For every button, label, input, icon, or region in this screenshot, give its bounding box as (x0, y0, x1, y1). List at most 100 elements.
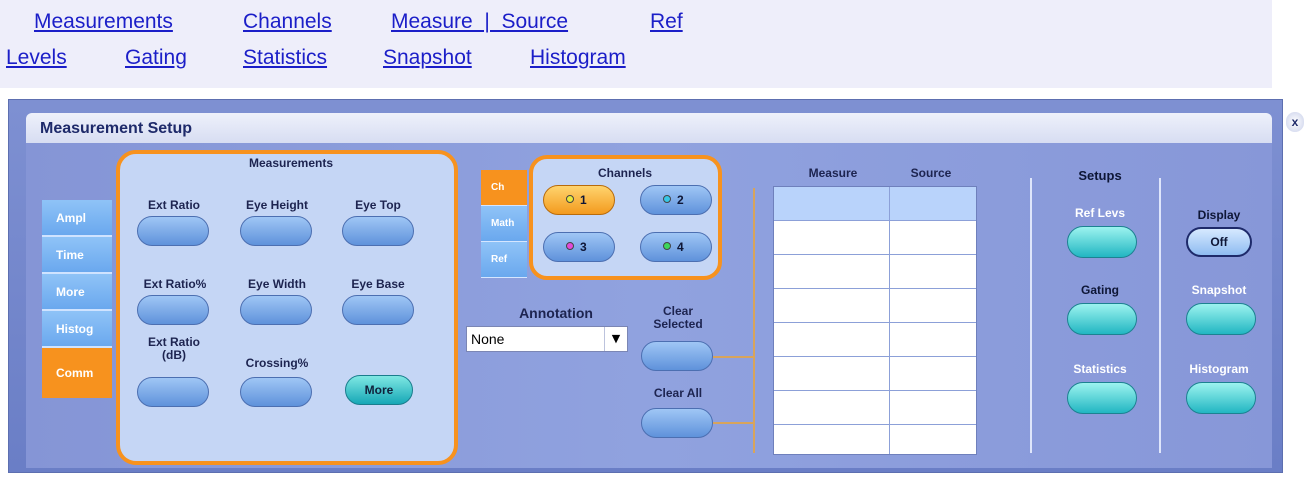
measurement-table (773, 186, 977, 455)
channel-4-label: 4 (677, 240, 684, 254)
link-channels[interactable]: Channels (243, 10, 332, 34)
gating-label: Gating (1081, 283, 1119, 297)
eye-height-button[interactable] (240, 216, 312, 246)
eye-top-label: Eye Top (355, 198, 401, 212)
channel-4-button[interactable]: 4 (640, 232, 712, 262)
annotation-value: None (471, 331, 505, 347)
table-cell[interactable] (774, 187, 890, 221)
histogram-label: Histogram (1189, 362, 1249, 376)
channel-1-color-dot (566, 195, 574, 203)
annotation-label: Annotation (519, 305, 593, 321)
clear-selected-button[interactable] (641, 341, 713, 371)
table-cell[interactable] (890, 187, 976, 221)
eye-width-button[interactable] (240, 295, 312, 325)
dropdown-arrow-icon[interactable]: ▼ (604, 327, 627, 351)
table-cell[interactable] (774, 323, 890, 357)
table-cell[interactable] (774, 221, 890, 255)
eye-width-label: Eye Width (248, 277, 306, 291)
channels-header: Channels (597, 166, 652, 180)
clear-all-button[interactable] (641, 408, 713, 438)
statistics-label: Statistics (1073, 362, 1127, 376)
divider (1159, 178, 1161, 453)
display-off-button[interactable]: Off (1186, 227, 1252, 257)
ext-ratio-db-button[interactable] (137, 377, 209, 407)
ext-ratio-label: Ext Ratio (147, 198, 200, 212)
snapshot-button[interactable] (1186, 303, 1256, 335)
tab-more[interactable]: More (42, 274, 112, 311)
table-cell[interactable] (890, 221, 976, 255)
col-measure-header: Measure (808, 166, 858, 180)
tab-ampl[interactable]: Ampl (42, 200, 112, 237)
collapse-left-icon[interactable] (1286, 140, 1300, 156)
link-statistics[interactable]: Statistics (243, 46, 327, 70)
link-histogram[interactable]: Histogram (530, 46, 626, 70)
more-measurements-button[interactable]: More (345, 375, 413, 405)
ext-ratio-pct-button[interactable] (137, 295, 209, 325)
table-cell[interactable] (774, 357, 890, 391)
ref-levs-label: Ref Levs (1074, 206, 1126, 220)
tab-ref[interactable]: Ref (481, 242, 527, 278)
link-ref[interactable]: Ref (650, 10, 683, 34)
channel-2-button[interactable]: 2 (640, 185, 712, 215)
close-icon[interactable]: x (1286, 112, 1304, 132)
channel-2-label: 2 (677, 193, 684, 207)
gating-button[interactable] (1067, 303, 1137, 335)
eye-base-button[interactable] (342, 295, 414, 325)
divider (1030, 178, 1032, 453)
clear-selected-label-line2: Selected (653, 317, 703, 331)
tab-histog[interactable]: Histog (42, 311, 112, 348)
table-cell[interactable] (890, 391, 976, 425)
table-cell[interactable] (774, 255, 890, 289)
col-source-header: Source (910, 166, 952, 180)
table-cell[interactable] (890, 425, 976, 454)
crossing-label: Crossing% (245, 356, 309, 370)
table-cell[interactable] (890, 289, 976, 323)
channel-1-label: 1 (580, 193, 587, 207)
channel-1-button[interactable]: 1 (543, 185, 615, 215)
clear-all-label: Clear All (653, 386, 703, 400)
link-snapshot[interactable]: Snapshot (383, 46, 472, 70)
eye-base-label: Eye Base (351, 277, 405, 291)
crossing-button[interactable] (240, 377, 312, 407)
channel-2-color-dot (663, 195, 671, 203)
tab-time[interactable]: Time (42, 237, 112, 274)
table-cell[interactable] (774, 425, 890, 454)
setups-header: Setups (1078, 168, 1122, 183)
measurements-header: Measurements (248, 156, 334, 170)
connector-line (713, 422, 753, 424)
snapshot-label: Snapshot (1191, 283, 1247, 297)
connector-line (713, 356, 753, 358)
channel-3-button[interactable]: 3 (543, 232, 615, 262)
statistics-button[interactable] (1067, 382, 1137, 414)
tab-comm[interactable]: Comm (42, 348, 112, 398)
table-cell[interactable] (890, 323, 976, 357)
clear-selected-label-line1: Clear (662, 304, 694, 318)
connector-line (753, 188, 755, 453)
window-titlebar: Measurement Setup (26, 113, 1272, 143)
annotation-dropdown[interactable]: None ▼ (466, 326, 628, 352)
eye-height-label: Eye Height (245, 198, 308, 212)
table-cell[interactable] (774, 289, 890, 323)
ext-ratio-button[interactable] (137, 216, 209, 246)
ext-ratio-db-unit-label: (dB) (162, 348, 186, 362)
tab-ch[interactable]: Ch (481, 170, 527, 206)
link-gating[interactable]: Gating (125, 46, 187, 70)
link-measurements[interactable]: Measurements (34, 10, 173, 34)
ref-levs-button[interactable] (1067, 226, 1137, 258)
eye-top-button[interactable] (342, 216, 414, 246)
channel-3-label: 3 (580, 240, 587, 254)
table-cell[interactable] (890, 357, 976, 391)
expand-right-icon[interactable] (1286, 163, 1300, 179)
ext-ratio-db-label: Ext Ratio (147, 335, 200, 349)
help-links-strip: Measurements Channels Measure | Source R… (0, 0, 1272, 88)
link-measure-source[interactable]: Measure | Source (391, 10, 568, 34)
link-levels[interactable]: Levels (6, 46, 67, 70)
tab-math[interactable]: Math (481, 206, 527, 242)
table-cell[interactable] (774, 391, 890, 425)
channel-3-color-dot (566, 242, 574, 250)
window-title: Measurement Setup (40, 120, 193, 137)
histogram-button[interactable] (1186, 382, 1256, 414)
channel-4-color-dot (663, 242, 671, 250)
table-cell[interactable] (890, 255, 976, 289)
display-label: Display (1197, 208, 1241, 222)
